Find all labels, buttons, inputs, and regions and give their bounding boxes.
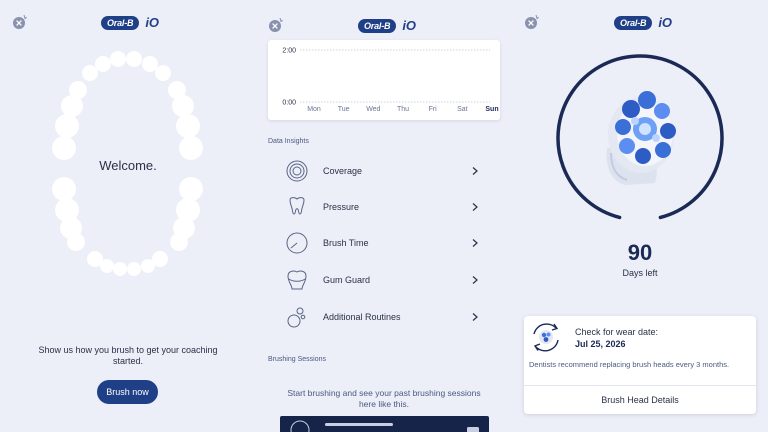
days-remaining-number: 90 [627, 240, 653, 265]
replace-brush-head-icon [533, 323, 559, 352]
logo-suffix: iO [658, 15, 673, 30]
insight-label: Coverage [323, 166, 363, 176]
logo-badge: Oral-B [614, 15, 653, 30]
insight-label: Gum Guard [323, 275, 371, 285]
insight-additional-routines[interactable]: Additional Routines [284, 304, 480, 330]
gum-icon [287, 270, 307, 290]
x-tick-label-fri: Fri [429, 106, 438, 113]
brush-head-icon [606, 91, 676, 185]
insight-label: Additional Routines [323, 312, 401, 322]
brushing-sessions-heading: Brushing Sessions [268, 356, 326, 363]
wear-date-title: Check for wear date: [575, 327, 659, 337]
insight-pressure[interactable]: Pressure [284, 194, 480, 220]
insight-label: Pressure [323, 202, 360, 212]
insight-brush-time[interactable]: Brush Time [284, 230, 480, 256]
insight-coverage[interactable]: Coverage [284, 158, 480, 184]
brush-head-panel: Oral-B iO 90 Days left Check for wear da… [512, 0, 768, 432]
tooth-icon [289, 197, 305, 215]
x-tick-label-sat: Sat [457, 106, 468, 113]
data-insights-heading: Data Insights [268, 138, 309, 145]
wear-date-card: Check for wear date: Jul 25, 2026 Dentis… [524, 316, 756, 414]
close-icon[interactable] [268, 17, 284, 33]
x-tick-label-mon: Mon [307, 106, 321, 113]
days-remaining-label: Days left [622, 268, 658, 278]
replacement-advice: Dentists recommend replacing brush heads… [529, 360, 730, 369]
coverage-icon [286, 160, 308, 182]
close-icon[interactable] [524, 14, 540, 30]
x-tick-label-sun: Sun [485, 106, 498, 113]
timer-icon [286, 232, 308, 254]
session-preview-card [280, 416, 489, 432]
x-tick-label-thu: Thu [397, 106, 409, 113]
insight-gum-guard[interactable]: Gum Guard [284, 267, 480, 293]
close-icon[interactable] [12, 14, 28, 30]
chevron-right-icon [472, 276, 478, 284]
session-preview-graphic [290, 420, 479, 432]
oral-b-logo: Oral-B iO [614, 15, 672, 30]
brush-head-life-ring [556, 54, 724, 220]
y-tick-label: 0:00 [282, 100, 296, 107]
logo-badge: Oral-B [101, 15, 140, 30]
weekly-brush-time-chart: 2:00 0:00 Mon Tue Wed Thu Fri Sat Sun [268, 40, 500, 120]
x-tick-label-tue: Tue [338, 106, 350, 113]
oral-b-logo: Oral-B iO [101, 15, 159, 30]
brush-head-details-button[interactable]: Brush Head Details [524, 386, 756, 414]
y-tick-label: 2:00 [282, 48, 296, 55]
logo-badge: Oral-B [358, 18, 397, 33]
bubbles-icon [287, 307, 306, 328]
chevron-right-icon [472, 313, 478, 321]
oral-b-logo: Oral-B iO [358, 18, 416, 33]
chevron-right-icon [472, 203, 478, 211]
brush-now-button[interactable]: Brush now [97, 380, 158, 404]
insight-label: Brush Time [323, 238, 369, 248]
welcome-title: Welcome. [99, 158, 157, 173]
logo-suffix: iO [145, 15, 160, 30]
chevron-right-icon [472, 167, 478, 175]
insights-panel: Oral-B iO 2:00 0:00 Mon Tue Wed Thu Fri Sat Sun … [256, 0, 512, 432]
chevron-right-icon [472, 239, 478, 247]
chart-plot: 2:00 0:00 Mon Tue Wed Thu Fri Sat Sun [282, 48, 498, 114]
wear-date-value: Jul 25, 2026 [575, 339, 626, 349]
welcome-panel: Oral-B iO Welcome. Show us how you brush… [0, 0, 256, 432]
x-tick-label-wed: Wed [366, 106, 380, 113]
coaching-prompt: Show us how you brush to get your coachi… [38, 345, 218, 366]
logo-suffix: iO [402, 18, 417, 33]
sessions-empty-text: Start brushing and see your past brushin… [287, 388, 481, 409]
